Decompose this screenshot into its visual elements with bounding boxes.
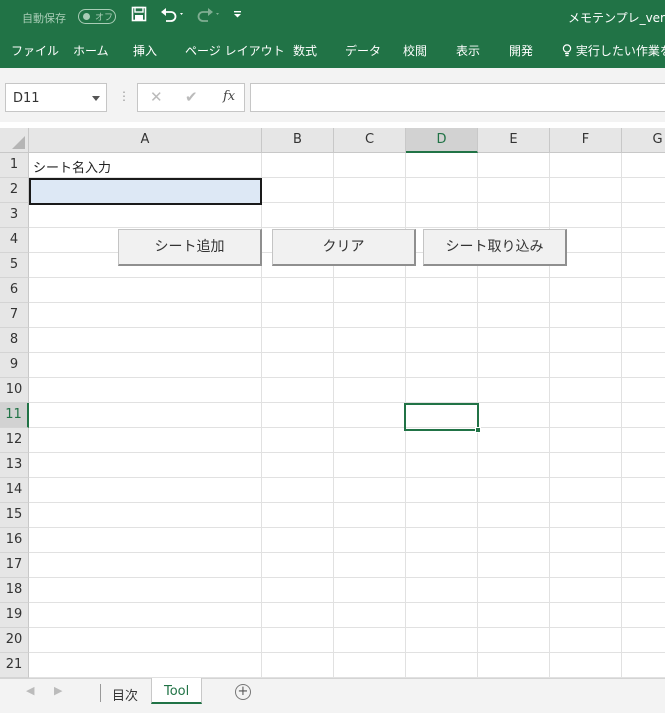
gridline [29, 402, 665, 403]
column-header-a[interactable]: A [29, 128, 262, 153]
row-header-2[interactable]: 2 [0, 178, 29, 203]
add-sheet-button[interactable]: シート追加 [118, 229, 262, 266]
row-header-17[interactable]: 17 [0, 553, 29, 578]
name-box[interactable]: D11 [5, 83, 107, 112]
row-header-16[interactable]: 16 [0, 528, 29, 553]
cancel-icon[interactable]: ✕ [150, 88, 163, 106]
gridline [29, 427, 665, 428]
chevron-down-icon[interactable] [92, 96, 100, 101]
tab-developer[interactable]: 開発 [509, 42, 533, 59]
column-header-e[interactable]: E [478, 128, 550, 153]
ribbon-tabs: ファイル ホーム 挿入 ページ レイアウト 数式 データ 校閲 表示 開発 実行… [0, 34, 665, 68]
tab-file[interactable]: ファイル [11, 42, 59, 59]
import-sheet-button[interactable]: シート取り込み [423, 229, 567, 266]
row-header-5[interactable]: 5 [0, 253, 29, 278]
tab-home[interactable]: ホーム [73, 42, 109, 59]
gridline [29, 452, 665, 453]
tab-page-layout[interactable]: ページ レイアウト [185, 42, 285, 59]
sheet-tab-tool[interactable]: Tool [151, 678, 203, 704]
sheet-tab-contents[interactable]: 目次 [112, 685, 138, 704]
scroll-left-icon[interactable]: ◀ [26, 684, 34, 697]
scroll-right-icon[interactable]: ▶ [54, 684, 62, 697]
row-header-6[interactable]: 6 [0, 278, 29, 303]
tab-separator [100, 684, 101, 702]
row-header-8[interactable]: 8 [0, 328, 29, 353]
gridline [29, 227, 665, 228]
spreadsheet-grid[interactable]: A B C D E F G 1 2 3 4 5 6 7 8 9 10 11 12… [0, 116, 665, 678]
row-header-20[interactable]: 20 [0, 628, 29, 653]
tab-view[interactable]: 表示 [456, 42, 480, 59]
row-header-19[interactable]: 19 [0, 603, 29, 628]
gridline [621, 153, 622, 678]
gridline [29, 577, 665, 578]
row-header-21[interactable]: 21 [0, 653, 29, 678]
autosave-state: オフ [95, 13, 114, 23]
lightbulb-icon [562, 44, 572, 57]
save-icon[interactable] [131, 6, 147, 27]
column-header-g[interactable]: G [622, 128, 665, 153]
sheet-name-input-cell[interactable] [29, 178, 262, 205]
gridline [29, 652, 665, 653]
select-all-corner[interactable] [0, 128, 29, 153]
tell-me-text: 実行したい作業を [575, 44, 665, 58]
cell-a1[interactable]: シート名入力 [33, 157, 111, 176]
tab-data[interactable]: データ [345, 42, 381, 59]
row-header-10[interactable]: 10 [0, 378, 29, 403]
redo-icon[interactable] [196, 6, 222, 27]
column-header-c[interactable]: C [334, 128, 406, 153]
formula-buttons: ✕ ✔ fx [137, 83, 245, 112]
row-header-15[interactable]: 15 [0, 503, 29, 528]
row-header-3[interactable]: 3 [0, 203, 29, 228]
row-header-9[interactable]: 9 [0, 353, 29, 378]
row-header-18[interactable]: 18 [0, 578, 29, 603]
fill-handle[interactable] [475, 427, 481, 433]
function-icon[interactable]: fx [223, 89, 235, 104]
select-all-icon [12, 136, 25, 149]
toggle-knob [83, 13, 90, 20]
undo-icon[interactable] [160, 6, 186, 27]
column-header-b[interactable]: B [262, 128, 334, 153]
row-header-7[interactable]: 7 [0, 303, 29, 328]
tab-insert[interactable]: 挿入 [133, 42, 157, 59]
tab-review[interactable]: 校閲 [403, 42, 427, 59]
gridline [29, 477, 665, 478]
column-header-f[interactable]: F [550, 128, 622, 153]
row-header-1[interactable]: 1 [0, 153, 29, 178]
row-header-14[interactable]: 14 [0, 478, 29, 503]
more-options-icon[interactable]: ⋮ [118, 89, 130, 103]
customize-icon[interactable] [233, 6, 243, 27]
formula-input[interactable] [250, 83, 665, 112]
gridline [29, 352, 665, 353]
document-title: メモテンプレ_ver [567, 11, 665, 25]
ribbon-collapsed-area [0, 68, 665, 80]
sheet-tab-bar: ◀ ▶ 目次 Tool + [0, 678, 665, 706]
gridline [29, 377, 665, 378]
gridline [29, 552, 665, 553]
tab-formulas[interactable]: 数式 [293, 42, 317, 59]
autosave-label: 自動保存 [22, 12, 66, 25]
row-header-13[interactable]: 13 [0, 453, 29, 478]
gridline [29, 627, 665, 628]
title-bar: 自動保存 オフ メモテンプレ_ver [0, 0, 665, 34]
column-header-d[interactable]: D [406, 128, 478, 153]
row-header-4[interactable]: 4 [0, 228, 29, 253]
row-header-12[interactable]: 12 [0, 428, 29, 453]
gridline [29, 502, 665, 503]
name-box-value: D11 [13, 91, 40, 106]
clear-button[interactable]: クリア [272, 229, 416, 266]
check-icon[interactable]: ✔ [185, 88, 198, 106]
formula-bar: D11 ⋮ ✕ ✔ fx [0, 80, 665, 116]
gridline [29, 527, 665, 528]
tell-me-box[interactable]: 実行したい作業を [562, 42, 665, 59]
selected-cell-d11[interactable] [404, 403, 481, 433]
gridline [29, 327, 665, 328]
gridline [29, 277, 665, 278]
gridline [29, 302, 665, 303]
add-sheet-icon[interactable]: + [235, 684, 251, 700]
row-header-11[interactable]: 11 [0, 403, 29, 428]
status-bar [0, 706, 665, 713]
gridline [29, 602, 665, 603]
autosave-toggle[interactable]: オフ [78, 9, 116, 24]
